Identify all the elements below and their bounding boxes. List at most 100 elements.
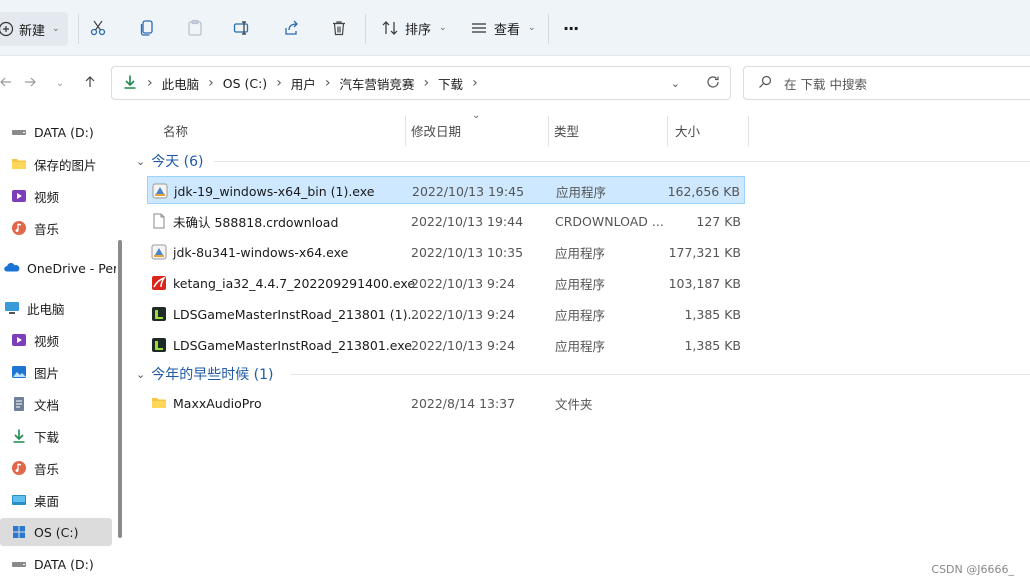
scissors-icon (89, 19, 107, 37)
group-header-today[interactable]: ⌄ 今天 (6) (136, 151, 204, 171)
file-name: LDSGameMasterInstRoad_213801.exe (173, 337, 412, 353)
column-divider[interactable] (405, 116, 406, 146)
sidebar-item-music[interactable]: 音乐 (0, 454, 112, 482)
file-size: 1,385 KB (684, 306, 741, 322)
drive-icon (11, 556, 27, 572)
column-divider[interactable] (667, 116, 668, 146)
up-button[interactable] (80, 72, 100, 94)
delete-button[interactable] (330, 0, 348, 56)
chevron-down-icon: ⌄ (136, 367, 146, 381)
file-date: 2022/10/13 19:44 (411, 213, 524, 229)
game-icon (151, 306, 167, 322)
watermark: CSDN @J6666_ (931, 563, 1014, 576)
file-size: 162,656 KB (667, 183, 740, 199)
downloads-icon (11, 428, 27, 444)
file-size: 177,321 KB (668, 244, 741, 260)
file-date: 2022/10/13 19:45 (412, 183, 525, 199)
rename-icon (233, 19, 251, 37)
copy-button[interactable] (138, 0, 156, 56)
more-options-button[interactable]: ··· (563, 0, 579, 56)
table-row[interactable]: 未确认 588818.crdownload 2022/10/13 19:44 C… (147, 207, 745, 235)
sort-icon (381, 19, 399, 37)
sidebar-item-label: OS (C:) (34, 524, 79, 540)
breadcrumb-separator: › (276, 75, 282, 91)
column-divider[interactable] (548, 116, 549, 146)
sidebar-item-data-d[interactable]: DATA (D:) (0, 550, 112, 578)
refresh-icon[interactable] (706, 75, 720, 92)
sidebar-item-saved-pictures[interactable]: 保存的图片 (0, 150, 112, 178)
more-icon: ··· (563, 18, 579, 38)
file-size: 1,385 KB (684, 337, 741, 353)
video-icon (11, 332, 27, 348)
desktop-icon (11, 492, 27, 508)
sidebar-item-os-c[interactable]: OS (C:) (0, 518, 112, 546)
recent-locations-button[interactable]: ⌄ (50, 72, 70, 94)
file-type: 应用程序 (555, 276, 606, 292)
chevron-down-icon: ⌄ (528, 23, 536, 33)
plus-circle-icon (0, 21, 14, 37)
rename-button[interactable] (233, 0, 251, 56)
pictures-icon (11, 364, 27, 380)
column-header-type[interactable]: 类型 (554, 116, 579, 144)
sort-indicator-icon: ⌄ (472, 110, 481, 121)
breadcrumb-item[interactable]: OS (C:) (223, 76, 267, 91)
installer-icon (151, 244, 167, 260)
back-button[interactable] (0, 72, 16, 94)
sidebar-item-label: DATA (D:) (34, 124, 94, 140)
view-label: 查看 (494, 22, 521, 38)
breadcrumb-item[interactable]: 用户 (291, 74, 316, 93)
column-header-name[interactable]: 名称 (163, 116, 188, 144)
sidebar-item-onedrive[interactable]: OneDrive - Per (0, 254, 116, 282)
share-button[interactable] (282, 0, 300, 56)
music-icon (11, 460, 27, 476)
column-label: 名称 (163, 123, 189, 139)
breadcrumb-item[interactable]: 下载 (438, 74, 463, 93)
table-row[interactable]: ketang_ia32_4.4.7_202209291400.exe 2022/… (147, 269, 745, 297)
toolbar-separator (365, 14, 366, 44)
cut-button[interactable] (89, 0, 107, 56)
column-header-date[interactable]: 修改日期 (411, 116, 461, 144)
sidebar-item-downloads[interactable]: 下载 (0, 422, 112, 450)
pc-icon (4, 300, 20, 316)
sidebar-item-label: 音乐 (34, 221, 60, 237)
file-name: 未确认 588818.crdownload (173, 214, 339, 230)
breadcrumb-item[interactable]: 此电脑 (162, 74, 200, 93)
file-date: 2022/8/14 13:37 (411, 395, 516, 411)
sidebar-scrollbar[interactable] (118, 240, 122, 538)
search-box[interactable]: 在 下载 中搜索 (743, 66, 1030, 100)
documents-icon (11, 396, 27, 412)
group-header-earlier-this-year[interactable]: ⌄ 今年的早些时候 (1) (136, 364, 274, 384)
address-history-dropdown[interactable]: ⌄ (671, 77, 680, 90)
video-icon (11, 188, 27, 204)
arrow-left-icon (0, 75, 13, 92)
toolbar-separator (78, 14, 79, 44)
sidebar-item-videos[interactable]: 视频 (0, 182, 112, 210)
paste-button[interactable] (186, 0, 204, 56)
sidebar-item-pictures[interactable]: 图片 (0, 358, 112, 386)
column-header-size[interactable]: 大小 (675, 116, 700, 144)
breadcrumb-item[interactable]: 汽车营销竞赛 (339, 74, 414, 93)
sort-button[interactable]: 排序 ⌄ (381, 0, 447, 56)
new-button[interactable]: 新建 ⌄ (0, 12, 68, 46)
column-divider[interactable] (748, 116, 749, 146)
column-label: 修改日期 (411, 123, 462, 139)
sidebar-item-music[interactable]: 音乐 (0, 214, 112, 242)
sidebar-item-label: 文档 (34, 397, 60, 413)
sidebar-item-videos[interactable]: 视频 (0, 326, 112, 354)
table-row[interactable]: jdk-8u341-windows-x64.exe 2022/10/13 10:… (147, 238, 745, 266)
file-name: jdk-19_windows-x64_bin (1).exe (174, 183, 375, 199)
table-row[interactable]: MaxxAudioPro 2022/8/14 13:37 文件夹 (147, 389, 745, 417)
sidebar-item-label: 视频 (34, 189, 60, 205)
table-row[interactable]: LDSGameMasterInstRoad_213801.exe 2022/10… (147, 331, 745, 359)
sidebar-item-data-d[interactable]: DATA (D:) (0, 118, 112, 146)
view-button[interactable]: 查看 ⌄ (470, 0, 536, 56)
table-row[interactable]: LDSGameMasterInstRoad_213801 (1).... 202… (147, 300, 745, 328)
sidebar-item-this-pc[interactable]: 此电脑 (0, 294, 112, 322)
address-bar[interactable]: › 此电脑 › OS (C:) › 用户 › 汽车营销竞赛 › 下载 › ⌄ (111, 66, 731, 100)
file-date: 2022/10/13 9:24 (411, 275, 516, 291)
new-button-label: 新建 (19, 23, 46, 39)
sidebar-item-documents[interactable]: 文档 (0, 390, 112, 418)
sidebar-item-desktop[interactable]: 桌面 (0, 486, 112, 514)
table-row[interactable]: jdk-19_windows-x64_bin (1).exe 2022/10/1… (147, 176, 745, 204)
forward-button[interactable] (20, 72, 40, 94)
